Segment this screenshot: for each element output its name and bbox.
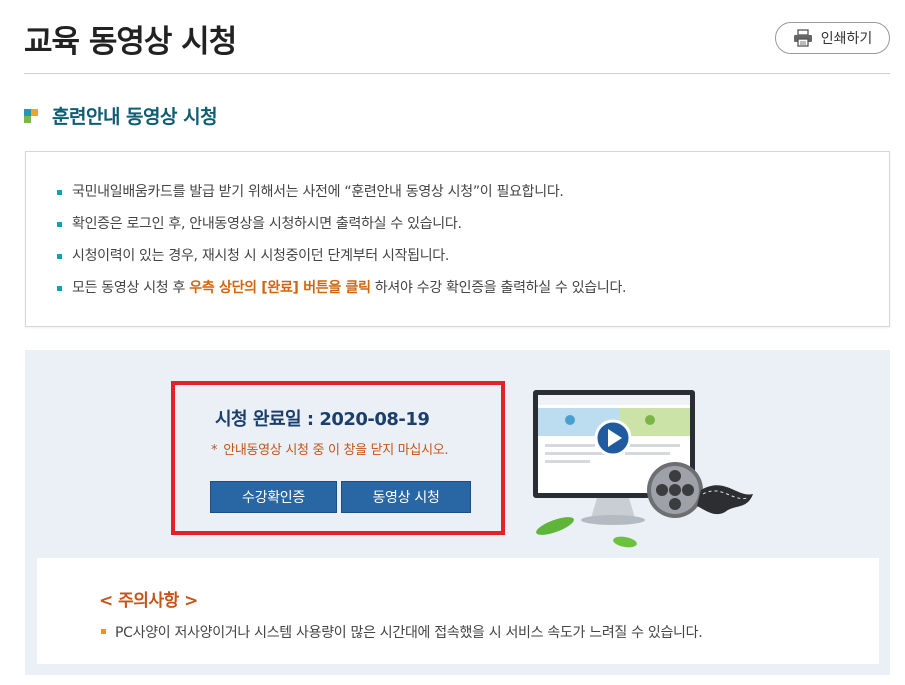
completion-date-row: 시청 완료일 : 2020-08-19 [215, 409, 430, 430]
video-status-frame: 시청 완료일 : 2020-08-19 * 안내동영상 시청 중 이 창을 닫지 … [171, 381, 505, 535]
notice-list: 국민내일배움카드를 발급 받기 위해서는 사전에 “훈련안내 동영상 시청”이 … [57, 182, 627, 310]
title-divider [24, 73, 890, 74]
notice-item: 시청이력이 있는 경우, 재시청 시 시청중이던 단계부터 시작됩니다. [57, 246, 626, 278]
caution-box: < 주의사항 > PC사양이 저사양이거나 시스템 사용량이 많은 시간대에 접… [37, 558, 879, 664]
bullet-icon [57, 190, 62, 195]
notice-item: 국민내일배움카드를 발급 받기 위해서는 사전에 “훈련안내 동영상 시청”이 … [57, 182, 626, 214]
close-warning: * 안내동영상 시청 중 이 창을 닫지 마십시오. [211, 443, 449, 458]
watch-video-button[interactable]: 동영상 시청 [341, 481, 471, 513]
printer-icon [793, 29, 813, 47]
print-button[interactable]: 인쇄하기 [775, 22, 890, 54]
notice-highlight: 우측 상단의 [완료] 버튼을 클릭 [189, 280, 371, 296]
section-heading: 훈련안내 동영상 시청 [24, 102, 218, 129]
notice-item: 확인증은 로그인 후, 안내동영상을 시청하시면 출력하실 수 있습니다. [57, 214, 626, 246]
video-panel: 시청 완료일 : 2020-08-19 * 안내동영상 시청 중 이 창을 닫지 … [25, 350, 890, 675]
square-bullet-icon [24, 105, 40, 127]
section-title: 훈련안내 동영상 시청 [52, 106, 218, 128]
notice-item: 모든 동영상 시청 후 우측 상단의 [완료] 버튼을 클릭 하셔야 수강 확인… [57, 278, 627, 310]
print-button-label: 인쇄하기 [820, 31, 873, 47]
caution-item: PC사양이 저사양이거나 시스템 사용량이 많은 시간대에 접속했을 시 서비스… [101, 622, 703, 642]
bullet-icon [57, 254, 62, 259]
notice-box: 국민내일배움카드를 발급 받기 위해서는 사전에 “훈련안내 동영상 시청”이 … [25, 151, 890, 327]
bullet-icon [57, 286, 62, 291]
completion-date: 2020-08-19 [319, 409, 430, 430]
bullet-icon [101, 629, 106, 634]
certificate-button[interactable]: 수강확인증 [210, 481, 337, 513]
caution-title: < 주의사항 > [99, 591, 198, 611]
bullet-icon [57, 222, 62, 227]
monitor-film-reel-icon [525, 386, 765, 556]
page-title: 교육 동영상 시청 [24, 24, 237, 60]
